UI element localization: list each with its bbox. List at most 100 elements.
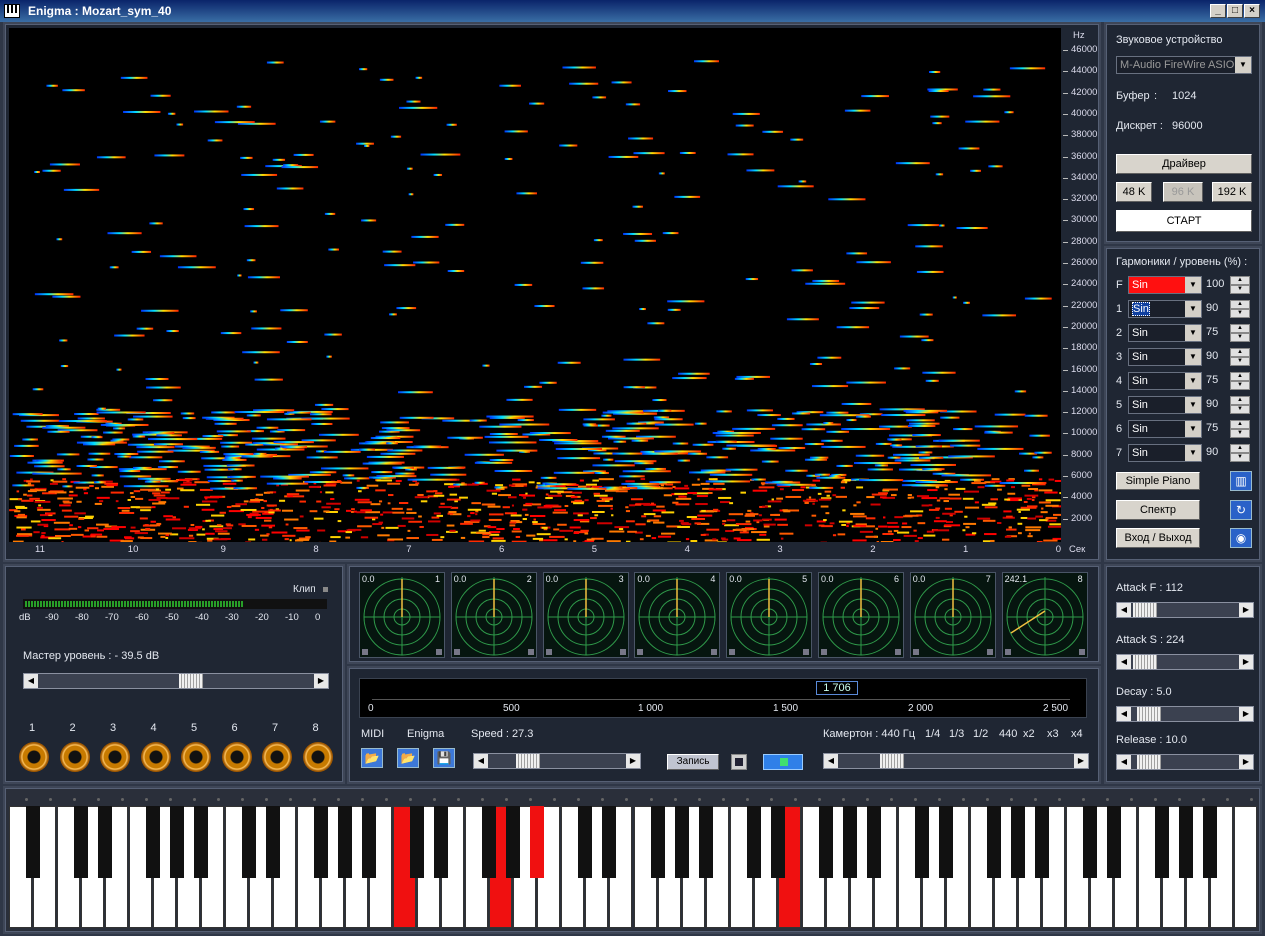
tuning-option[interactable]: x4 <box>1071 728 1083 740</box>
piano-black-key[interactable] <box>602 806 617 878</box>
channel-knob[interactable] <box>302 742 333 772</box>
left-arrow-icon[interactable]: ◀ <box>824 754 838 768</box>
piano-black-key[interactable] <box>1034 806 1049 878</box>
harmonic-wave-select[interactable]: Sin ▼ <box>1128 396 1202 414</box>
piano-black-key[interactable] <box>26 806 41 878</box>
channel-knob[interactable] <box>100 742 130 772</box>
channel-knob[interactable] <box>140 742 171 772</box>
chevron-down-icon[interactable]: ▼ <box>1185 277 1201 293</box>
tuning-option[interactable]: 1/3 <box>949 728 964 740</box>
chevron-down-icon[interactable]: ▼ <box>1185 349 1201 365</box>
close-button[interactable]: × <box>1244 4 1260 18</box>
driver-button[interactable]: Драйвер <box>1116 154 1252 174</box>
harmonic-wave-select[interactable]: Sin ▼ <box>1128 324 1202 342</box>
chevron-down-icon[interactable]: ▼ <box>1185 373 1201 389</box>
piano-black-key[interactable] <box>266 806 281 878</box>
harmonic-wave-select[interactable]: Sin ▼ <box>1128 300 1202 318</box>
spin-down-icon[interactable]: ▼ <box>1230 453 1250 462</box>
piano-black-key[interactable] <box>98 806 113 878</box>
tuning-thumb[interactable] <box>880 754 904 768</box>
piano-black-key[interactable] <box>842 806 857 878</box>
harmonic-level-spinner[interactable]: ▲ ▼ <box>1230 276 1250 294</box>
maximize-button[interactable]: □ <box>1227 4 1243 18</box>
spin-down-icon[interactable]: ▼ <box>1230 429 1250 438</box>
left-arrow-icon[interactable]: ◀ <box>24 674 38 688</box>
piano-black-key[interactable] <box>1082 806 1097 878</box>
scope-corner-icon[interactable] <box>637 649 644 655</box>
rate-96k-button[interactable]: 96 K <box>1163 182 1203 202</box>
right-arrow-icon[interactable]: ▶ <box>1239 603 1253 617</box>
piano-black-key[interactable] <box>530 806 545 878</box>
right-arrow-icon[interactable]: ▶ <box>1239 707 1253 721</box>
piano-black-key[interactable] <box>1202 806 1217 878</box>
spin-up-icon[interactable]: ▲ <box>1230 444 1250 453</box>
scope-corner-icon[interactable] <box>527 649 534 655</box>
piano-black-key[interactable] <box>482 806 497 878</box>
harmonic-wave-select[interactable]: Sin ▼ <box>1128 348 1202 366</box>
spin-up-icon[interactable]: ▲ <box>1230 276 1250 285</box>
piano-black-key[interactable] <box>242 806 257 878</box>
tuning-option[interactable]: x2 <box>1023 728 1035 740</box>
spin-up-icon[interactable]: ▲ <box>1230 396 1250 405</box>
harmonic-wave-select[interactable]: Sin ▼ <box>1128 372 1202 390</box>
master-level-slider[interactable]: ◀ ▶ <box>23 673 329 689</box>
decay-thumb[interactable] <box>1137 707 1161 721</box>
spin-up-icon[interactable]: ▲ <box>1230 372 1250 381</box>
harmonic-level-spinner[interactable]: ▲ ▼ <box>1230 420 1250 438</box>
harmonic-wave-select[interactable]: Sin ▼ <box>1128 276 1202 294</box>
rate-192k-button[interactable]: 192 K <box>1212 182 1252 202</box>
spin-down-icon[interactable]: ▼ <box>1230 381 1250 390</box>
scope-corner-icon[interactable] <box>821 649 827 655</box>
scope-corner-icon[interactable] <box>803 649 810 655</box>
left-arrow-icon[interactable]: ◀ <box>1117 603 1131 617</box>
right-arrow-icon[interactable]: ▶ <box>314 674 328 688</box>
channel-knob[interactable] <box>262 742 292 772</box>
channel-knob[interactable] <box>181 742 211 772</box>
harmonic-level-spinner[interactable]: ▲ ▼ <box>1230 372 1250 390</box>
left-arrow-icon[interactable]: ◀ <box>1117 655 1131 669</box>
channel-knob[interactable] <box>19 742 49 772</box>
master-level-thumb[interactable] <box>178 674 203 688</box>
left-arrow-icon[interactable]: ◀ <box>1117 707 1131 721</box>
spin-down-icon[interactable]: ▼ <box>1230 357 1250 366</box>
piano-white-key[interactable] <box>1233 806 1257 928</box>
right-arrow-icon[interactable]: ▶ <box>626 754 640 768</box>
scope-corner-icon[interactable] <box>362 649 368 655</box>
spin-down-icon[interactable]: ▼ <box>1230 285 1250 294</box>
attack-s-thumb[interactable] <box>1133 655 1157 669</box>
left-arrow-icon[interactable]: ◀ <box>474 754 488 768</box>
speed-slider[interactable]: ◀ ▶ <box>473 753 641 769</box>
scope-corner-icon[interactable] <box>436 649 442 655</box>
spin-up-icon[interactable]: ▲ <box>1230 324 1250 333</box>
timeline-ruler[interactable]: 1 706 0 500 1 000 1 500 2 000 2 500 <box>359 678 1087 718</box>
simple-piano-button[interactable]: Simple Piano <box>1116 472 1200 490</box>
piano-black-key[interactable] <box>1010 806 1025 878</box>
harmonic-level-spinner[interactable]: ▲ ▼ <box>1230 444 1250 462</box>
release-thumb[interactable] <box>1137 755 1161 769</box>
start-button[interactable]: СТАРТ <box>1116 210 1252 232</box>
spectrum-button[interactable]: Спектр <box>1116 500 1200 520</box>
channel-knob[interactable] <box>59 742 90 772</box>
record-button[interactable]: Запись <box>667 754 719 770</box>
piano-black-key[interactable] <box>986 806 1001 878</box>
scope-corner-icon[interactable] <box>895 649 901 655</box>
spin-up-icon[interactable]: ▲ <box>1230 348 1250 357</box>
right-arrow-icon[interactable]: ▶ <box>1239 655 1253 669</box>
harmonic-level-spinner[interactable]: ▲ ▼ <box>1230 396 1250 414</box>
chevron-down-icon[interactable]: ▼ <box>1185 445 1201 461</box>
speed-thumb[interactable] <box>516 754 540 768</box>
spin-down-icon[interactable]: ▼ <box>1230 405 1250 414</box>
attack-s-slider[interactable]: ◀ ▶ <box>1116 654 1254 670</box>
spin-down-icon[interactable]: ▼ <box>1230 309 1250 318</box>
release-slider[interactable]: ◀ ▶ <box>1116 754 1254 770</box>
harmonic-wave-select[interactable]: Sin ▼ <box>1128 420 1202 438</box>
open-enigma-folder-icon[interactable]: 📂 <box>397 748 419 768</box>
save-icon[interactable]: 💾 <box>433 748 455 768</box>
harmonic-level-spinner[interactable]: ▲ ▼ <box>1230 300 1250 318</box>
decay-slider[interactable]: ◀ ▶ <box>1116 706 1254 722</box>
scope-corner-icon[interactable] <box>912 649 919 655</box>
piano-black-key[interactable] <box>818 806 833 878</box>
piano-black-key[interactable] <box>410 806 425 878</box>
refresh-icon[interactable]: ↻ <box>1230 500 1252 520</box>
piano-black-key[interactable] <box>770 806 785 878</box>
